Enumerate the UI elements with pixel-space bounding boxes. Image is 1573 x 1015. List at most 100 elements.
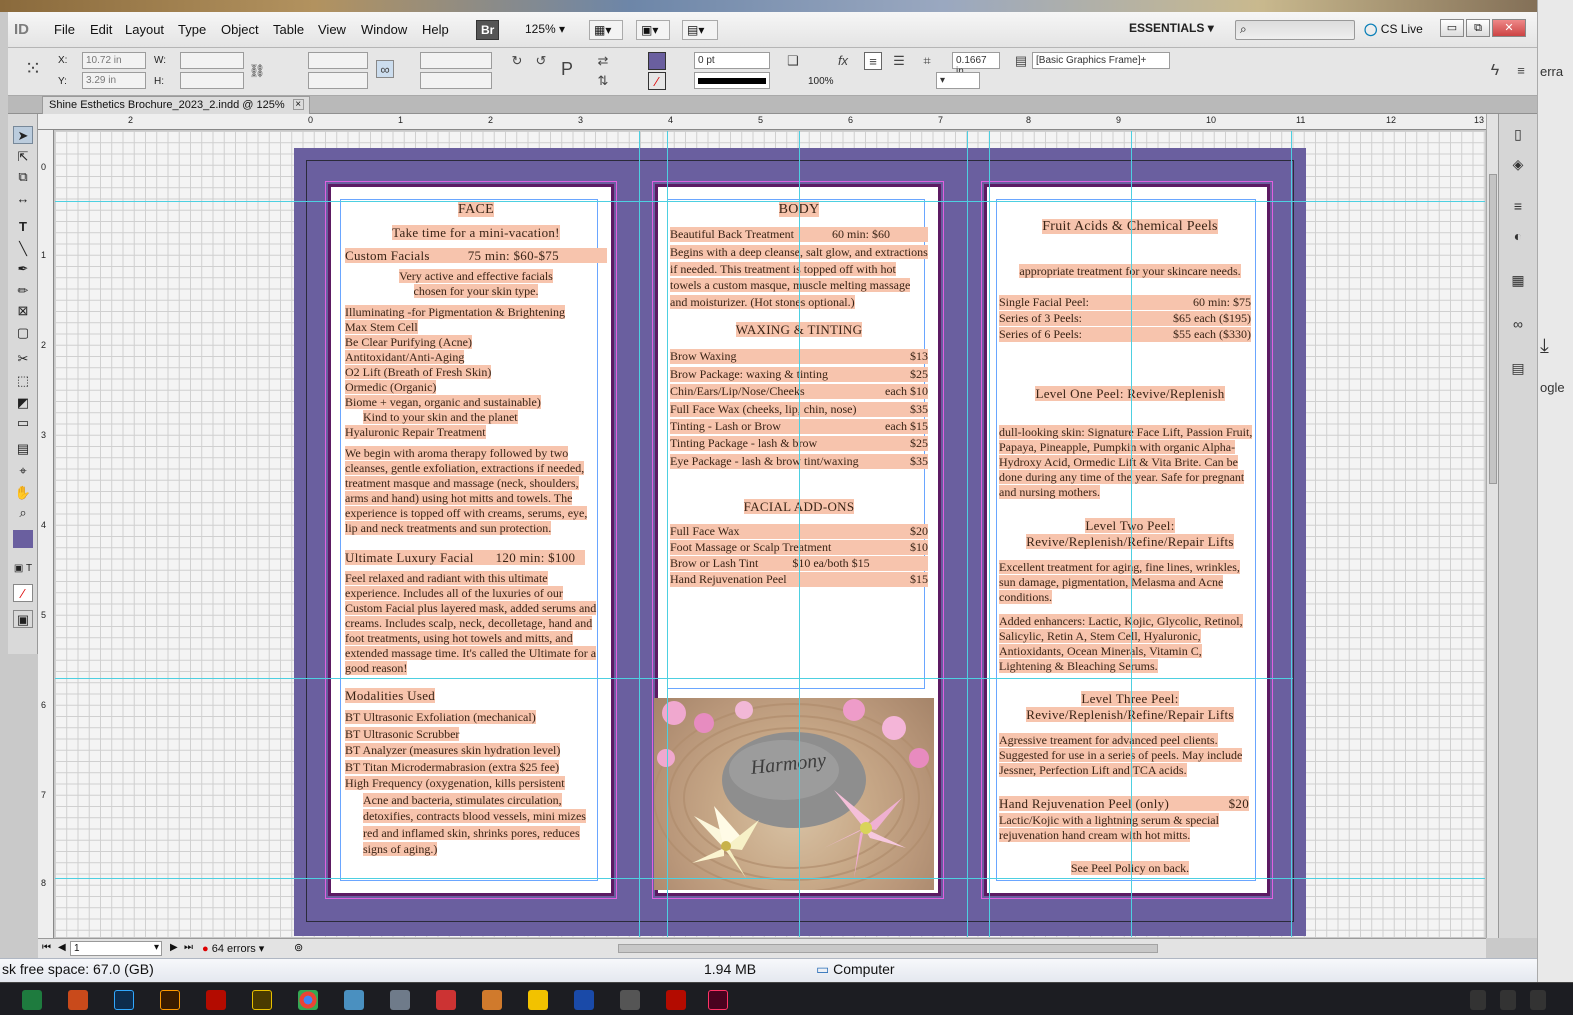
chrome-icon[interactable] [298, 990, 318, 1010]
zoom-tool-icon[interactable]: ⌕ [13, 504, 33, 522]
search-input[interactable]: ⌕ [1235, 20, 1355, 40]
type-tool-icon[interactable]: T [13, 218, 33, 236]
formatting-affects-container-icon[interactable]: ▣ T [13, 560, 33, 578]
text-wrap-icon[interactable]: ≡ [864, 52, 882, 70]
object-style-select[interactable]: [Basic Graphics Frame]+ [1032, 52, 1170, 69]
view-options-button[interactable]: ▦▾ [589, 20, 623, 40]
preflight-status[interactable]: ● 64 errors ▾ [202, 942, 264, 955]
next-page-icon[interactable]: ▶ [170, 942, 178, 953]
column-guide[interactable] [967, 131, 968, 937]
selection-tool-icon[interactable]: ➤ [13, 126, 33, 144]
zoom-level-select[interactable]: 125% ▾ [521, 20, 579, 40]
pencil-tool-icon[interactable]: ✏ [13, 282, 33, 300]
menu-type[interactable]: Type [178, 22, 206, 37]
rotation-angle-field[interactable] [420, 52, 492, 69]
table-panel-icon[interactable]: ▦ [1508, 272, 1528, 290]
photoshop-icon[interactable] [114, 990, 134, 1010]
stroke-weight-field[interactable]: 0 pt [694, 52, 770, 69]
screen-mode-button[interactable]: ▣▾ [636, 20, 670, 40]
quick-apply-icon[interactable]: ϟ [1486, 62, 1504, 80]
x-position-field[interactable]: 10.72 in [82, 52, 146, 69]
pages-panel-icon[interactable]: ▯ [1508, 126, 1528, 144]
horizontal-ruler[interactable]: 2 0 1 2 3 4 5 6 7 8 9 10 11 12 13 [38, 114, 1486, 130]
apply-none-icon[interactable]: ⁄ [13, 584, 33, 602]
y-position-field[interactable]: 3.29 in [82, 72, 146, 89]
scale-y-field[interactable] [308, 72, 368, 89]
stroke-swatch[interactable]: ⁄ [648, 72, 666, 90]
media-player-icon[interactable] [482, 990, 502, 1010]
minimize-button[interactable]: ▭ [1440, 19, 1464, 37]
stroke-type-select[interactable] [694, 72, 770, 89]
previous-page-icon[interactable]: ◀ [58, 942, 66, 953]
opacity-value[interactable]: 100% [808, 76, 834, 87]
horizontal-scroll-thumb[interactable] [618, 944, 1158, 953]
acrobat-icon[interactable] [206, 990, 226, 1010]
corner-size-field[interactable]: 0.1667 in [952, 52, 1000, 77]
panel-menu-icon[interactable]: ≡ [1512, 62, 1530, 80]
word-icon[interactable] [574, 990, 594, 1010]
vertical-ruler[interactable]: 0 1 2 3 4 5 6 7 8 [38, 130, 54, 938]
free-transform-tool-icon[interactable]: ⬚ [13, 372, 33, 390]
powerpoint-icon[interactable] [68, 990, 88, 1010]
sticky-notes-icon[interactable] [528, 990, 548, 1010]
text-wrap-panel-icon[interactable]: ▤ [1508, 360, 1528, 378]
close-tab-icon[interactable]: × [292, 99, 304, 110]
shear-angle-field[interactable] [420, 72, 492, 89]
cs-live-button[interactable]: ◯ CS Live [1364, 22, 1423, 36]
stroke-panel-icon[interactable]: ≡ [1508, 198, 1528, 216]
notepad-icon[interactable] [344, 990, 364, 1010]
links-panel-icon[interactable]: ∞ [1508, 316, 1528, 334]
eyedropper-tool-icon[interactable]: ⌖ [13, 462, 33, 480]
column-guide[interactable] [799, 131, 800, 937]
last-page-icon[interactable]: ⏭ [184, 942, 193, 953]
face-panel[interactable]: FACE Take time for a mini-vacation! Cust… [325, 181, 617, 899]
select-content-icon[interactable]: P [558, 60, 576, 78]
flip-vertical-icon[interactable]: ⇅ [594, 72, 612, 90]
corner-options-icon[interactable]: ⌗ [918, 52, 936, 70]
indesign-icon[interactable] [708, 990, 728, 1010]
drop-shadow-icon[interactable]: ❑ [784, 52, 802, 70]
scissors-tool-icon[interactable]: ✂ [13, 350, 33, 368]
tray-icon[interactable] [1470, 990, 1486, 1010]
fill-swatch[interactable] [648, 52, 666, 70]
app-icon[interactable] [620, 990, 640, 1010]
flip-horizontal-icon[interactable]: ⇄ [594, 52, 612, 70]
vertical-scrollbar[interactable] [1486, 114, 1498, 938]
brochure-spread[interactable]: FACE Take time for a mini-vacation! Cust… [294, 148, 1306, 936]
app-icon[interactable] [436, 990, 456, 1010]
hand-tool-icon[interactable]: ✋ [13, 484, 33, 502]
column-guide[interactable] [667, 131, 668, 937]
peels-panel[interactable]: Fruit Acids & Chemical Peels appropriate… [981, 181, 1273, 899]
note-tool-icon[interactable]: ▤ [13, 440, 33, 458]
pen-tool-icon[interactable]: ✒ [13, 260, 33, 278]
fill-stroke-swatch-icon[interactable] [13, 530, 33, 548]
page-tool-icon[interactable]: ⧉ [13, 168, 33, 186]
direct-selection-tool-icon[interactable]: ⇱ [13, 148, 33, 166]
corner-shape-select[interactable]: ▾ [936, 72, 980, 89]
arrange-documents-button[interactable]: ▤▾ [682, 20, 718, 40]
menu-file[interactable]: File [54, 22, 75, 37]
document-tab[interactable]: Shine Esthetics Brochure_2023_2.indd @ 1… [42, 96, 310, 114]
effects-icon[interactable]: fx [834, 52, 852, 70]
gradient-feather-tool-icon[interactable]: ▭ [13, 414, 33, 432]
harmony-stone-image[interactable]: Harmony [654, 698, 934, 890]
face-text[interactable]: FACE Take time for a mini-vacation! Cust… [345, 202, 607, 858]
column-guide[interactable] [639, 131, 640, 937]
rectangle-tool-icon[interactable]: ▢ [13, 324, 33, 342]
ruler-guide[interactable] [55, 678, 1293, 679]
menu-table[interactable]: Table [273, 22, 304, 37]
height-field[interactable] [180, 72, 244, 89]
column-guide[interactable] [989, 131, 990, 937]
peels-text[interactable]: Fruit Acids & Chemical Peels appropriate… [999, 219, 1261, 876]
close-button[interactable]: ✕ [1492, 19, 1526, 37]
constrain-proportions-icon[interactable]: ⛓ [248, 62, 266, 80]
illustrator-icon[interactable] [160, 990, 180, 1010]
scale-x-field[interactable] [308, 52, 368, 69]
column-guide[interactable] [1291, 131, 1292, 937]
column-guide[interactable] [1131, 131, 1132, 937]
tray-icon[interactable] [1500, 990, 1516, 1010]
menu-help[interactable]: Help [422, 22, 449, 37]
excel-icon[interactable] [22, 990, 42, 1010]
line-tool-icon[interactable]: ╲ [13, 240, 33, 258]
menu-window[interactable]: Window [361, 22, 407, 37]
